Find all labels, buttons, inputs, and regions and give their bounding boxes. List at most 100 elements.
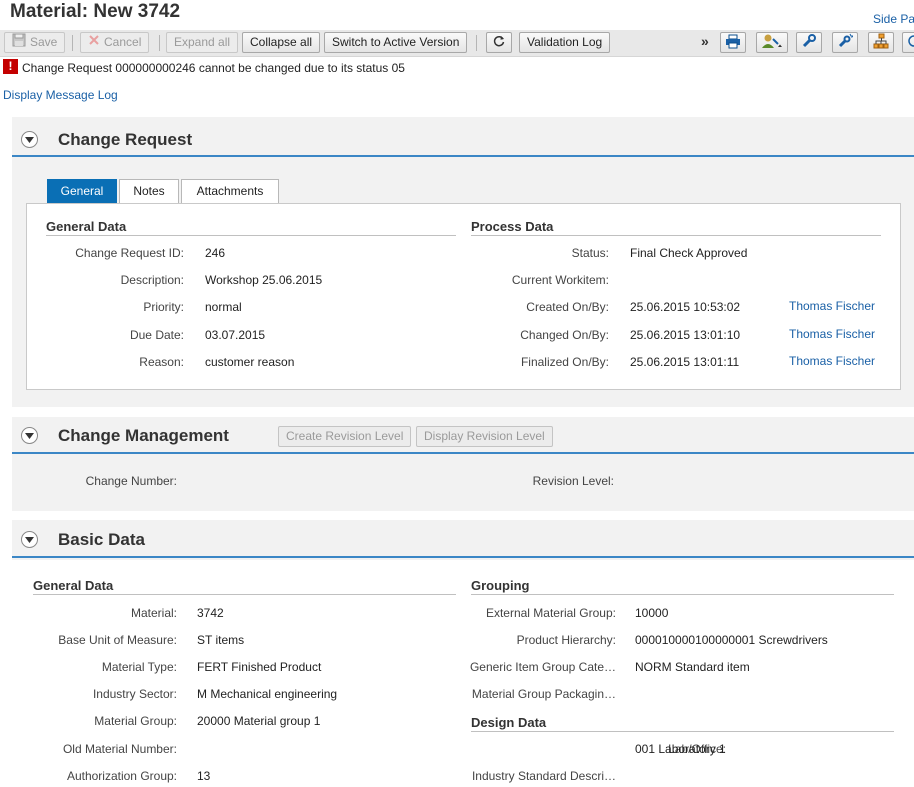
side-panel-link[interactable]: Side Pa xyxy=(873,12,914,26)
change-management-header: Change Management Create Revision Level … xyxy=(12,417,914,454)
toolbar-overflow-icon[interactable]: » xyxy=(701,33,709,49)
base-unit-label: Base Unit of Measure: xyxy=(58,633,177,647)
general-tab-content: General Data Change Request ID: 246 Desc… xyxy=(26,203,901,390)
chevron-down-icon xyxy=(25,432,34,439)
due-date-value: 03.07.2015 xyxy=(205,328,266,342)
display-message-log-link[interactable]: Display Message Log xyxy=(3,88,118,102)
industry-sector-label: Industry Sector: xyxy=(92,687,177,701)
priority-label: Priority: xyxy=(143,300,184,314)
process-data-title: Process Data xyxy=(471,219,881,236)
basic-data-panel: Basic Data General Data Material: 3742 B… xyxy=(12,520,914,787)
toolbar-separator xyxy=(159,35,160,51)
wrench-icon xyxy=(801,33,817,52)
product-hierarchy-label: Product Hierarchy: xyxy=(516,633,616,647)
description-label: Description: xyxy=(120,273,184,287)
status-label: Status: xyxy=(571,246,609,260)
old-material-number-label: Old Material Number: xyxy=(62,742,177,756)
chevron-down-icon xyxy=(25,536,34,543)
save-icon xyxy=(12,33,26,53)
collapse-toggle-button[interactable] xyxy=(21,131,38,148)
error-message: Change Request 000000000246 cannot be ch… xyxy=(22,61,405,75)
change-request-panel: Change Request General Notes Attachments… xyxy=(12,117,914,407)
created-on-value: 25.06.2015 10:53:02 xyxy=(630,300,741,314)
toolbar-separator xyxy=(72,35,73,51)
tab-attachments[interactable]: Attachments xyxy=(181,179,279,203)
authorization-group-value: 13 xyxy=(197,769,211,783)
refresh-button[interactable] xyxy=(486,32,512,53)
changed-on-value: 25.06.2015 13:01:10 xyxy=(630,328,741,342)
finalized-on-value: 25.06.2015 13:01:11 xyxy=(630,355,740,369)
material-group-label: Material Group: xyxy=(94,714,177,728)
create-revision-level-button[interactable]: Create Revision Level xyxy=(278,426,412,447)
chevron-down-icon xyxy=(25,136,34,143)
product-hierarchy-value: 000010000100000001 Screwdrivers xyxy=(635,633,828,647)
wrench-star-icon xyxy=(837,33,855,52)
finalized-on-by-label: Finalized On/By: xyxy=(520,355,609,369)
settings-button[interactable] xyxy=(796,32,822,53)
circle-icon xyxy=(906,34,914,51)
general-data-title: General Data xyxy=(46,219,456,236)
collapse-toggle-button[interactable] xyxy=(21,531,38,548)
change-request-id-value: 246 xyxy=(205,246,226,260)
change-number-label: Change Number: xyxy=(85,474,177,488)
created-by-user-link[interactable]: Thomas Fischer xyxy=(789,299,875,313)
material-group-value: 20000 Material group 1 xyxy=(197,714,321,728)
user-settings-icon xyxy=(761,33,783,52)
printer-icon xyxy=(725,34,741,52)
industry-sector-value: M Mechanical engineering xyxy=(197,687,338,701)
toolbar: Save Cancel Expand all Collapse all Swit… xyxy=(0,30,914,57)
error-icon: ! xyxy=(3,59,18,74)
more-tools-button[interactable] xyxy=(902,32,914,53)
reason-value: customer reason xyxy=(205,355,295,369)
hierarchy-button[interactable] xyxy=(868,32,894,53)
cancel-label: Cancel xyxy=(104,35,142,49)
collapse-all-button[interactable]: Collapse all xyxy=(242,32,321,53)
cancel-button[interactable]: Cancel xyxy=(80,32,150,53)
expand-all-button[interactable]: Expand all xyxy=(166,32,239,53)
base-unit-value: ST items xyxy=(197,633,245,647)
basic-data-header: Basic Data xyxy=(12,520,914,558)
status-value: Final Check Approved xyxy=(630,246,748,260)
change-management-panel: Change Management Create Revision Level … xyxy=(12,417,914,511)
description-value: Workshop 25.06.2015 xyxy=(205,273,323,287)
industry-standard-description-label: Industry Standard Descri… xyxy=(471,769,616,783)
material-type-label: Material Type: xyxy=(101,660,177,674)
page-title: Material: New 3742 xyxy=(10,1,181,22)
cancel-icon xyxy=(88,33,100,52)
save-label: Save xyxy=(30,35,58,50)
reason-label: Reason: xyxy=(139,355,184,369)
tab-notes[interactable]: Notes xyxy=(119,179,179,203)
title-bar: Material: New 3742 Side Pa xyxy=(0,0,914,30)
change-request-title: Change Request xyxy=(58,130,193,149)
toolbar-separator xyxy=(476,35,477,51)
print-button[interactable] xyxy=(720,32,746,53)
finalized-by-user-link[interactable]: Thomas Fischer xyxy=(789,354,875,368)
save-button[interactable]: Save xyxy=(4,32,66,53)
hierarchy-icon xyxy=(873,33,889,52)
design-data-title: Design Data xyxy=(471,715,894,732)
collapse-toggle-button[interactable] xyxy=(21,427,38,444)
personalize-button[interactable] xyxy=(832,32,858,53)
current-workitem-label: Current Workitem: xyxy=(511,273,609,287)
change-request-header: Change Request xyxy=(12,117,914,157)
material-value: 3742 xyxy=(197,606,224,620)
generic-item-group-value: NORM Standard item xyxy=(635,660,750,674)
material-group-packaging-label: Material Group Packagin… xyxy=(471,687,616,701)
refresh-icon xyxy=(492,34,506,51)
generic-item-group-label: Generic Item Group Cate… xyxy=(469,660,616,674)
display-revision-level-button[interactable]: Display Revision Level xyxy=(416,426,553,447)
tab-general[interactable]: General xyxy=(47,179,117,203)
validation-log-button[interactable]: Validation Log xyxy=(519,32,611,53)
basic-data-title: Basic Data xyxy=(58,530,145,549)
due-date-label: Due Date: xyxy=(129,328,184,342)
external-material-group-value: 10000 xyxy=(635,606,669,620)
basic-general-data-title: General Data xyxy=(33,578,456,595)
revision-level-label: Revision Level: xyxy=(532,474,614,488)
changed-by-user-link[interactable]: Thomas Fischer xyxy=(789,327,875,341)
material-type-value: FERT Finished Product xyxy=(197,660,322,674)
user-settings-button[interactable] xyxy=(756,32,788,53)
created-on-by-label: Created On/By: xyxy=(526,300,609,314)
grouping-title: Grouping xyxy=(471,578,894,595)
switch-active-version-button[interactable]: Switch to Active Version xyxy=(324,32,468,53)
change-request-id-label: Change Request ID: xyxy=(75,246,184,260)
